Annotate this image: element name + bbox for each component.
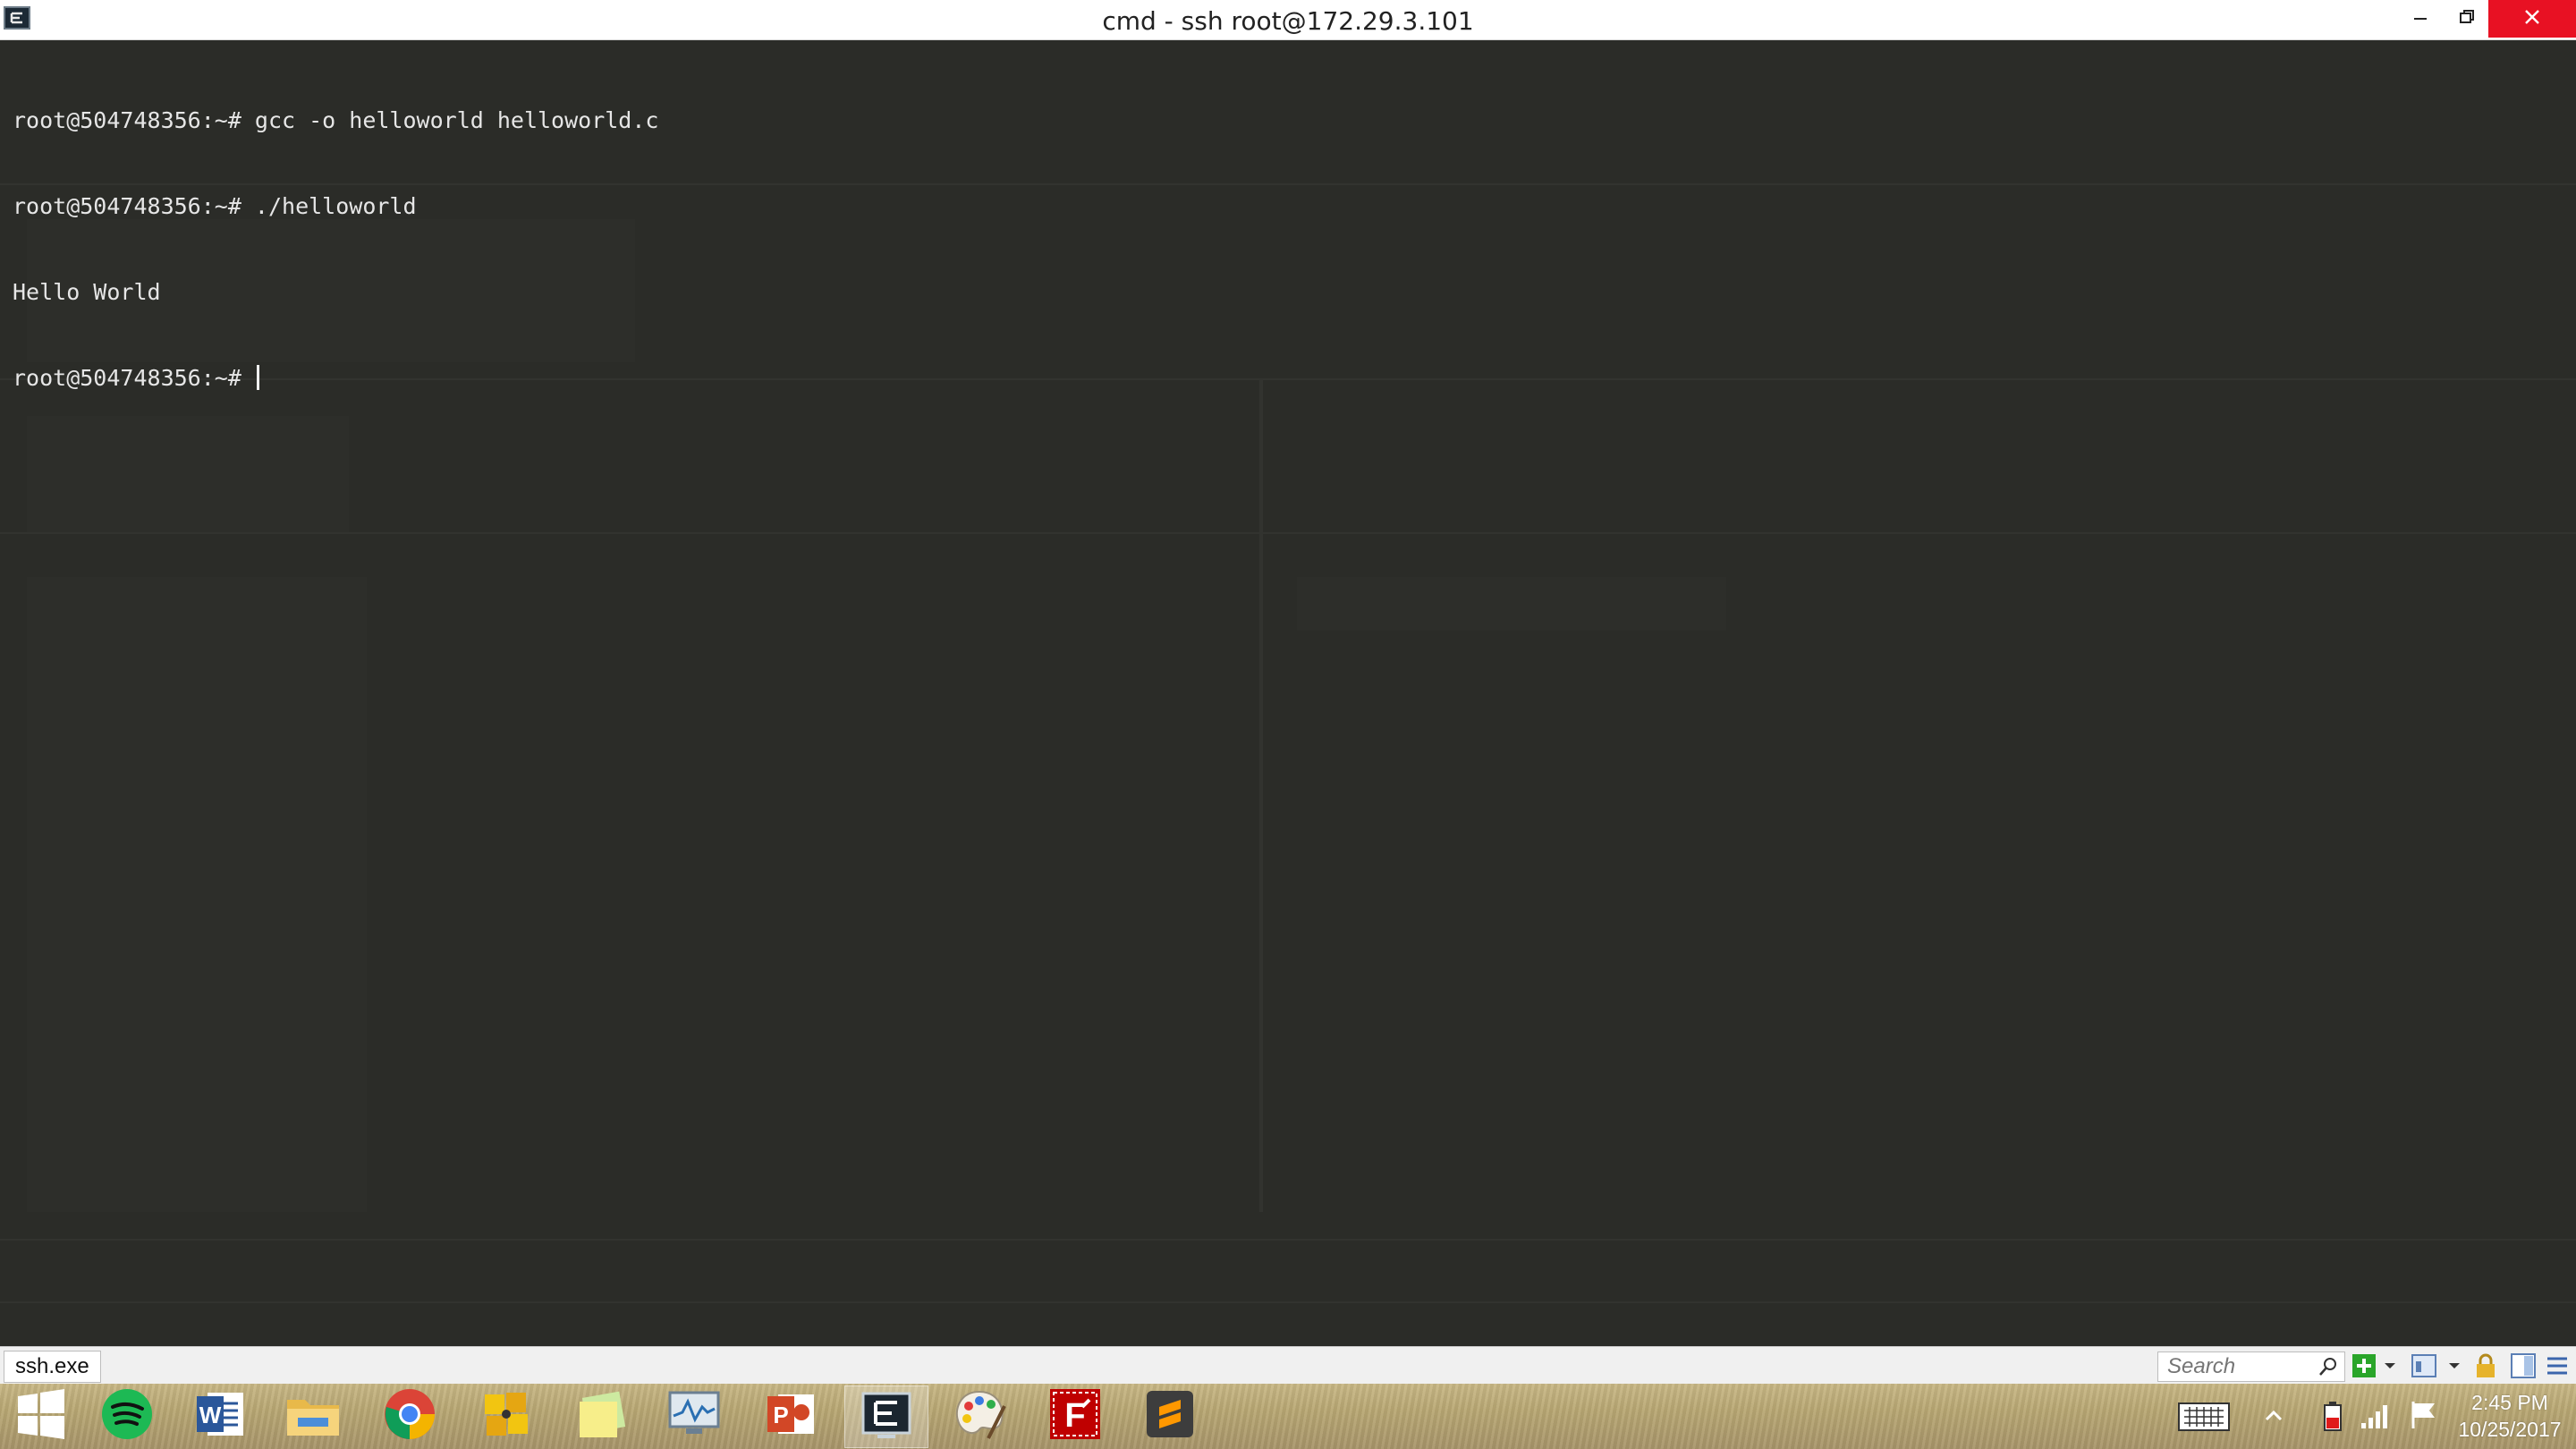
ghost-divider: [0, 1239, 2576, 1241]
keyboard-icon[interactable]: [2177, 1402, 2231, 1432]
spotify-icon: [100, 1387, 154, 1445]
taskbar-item-spotify[interactable]: [86, 1385, 168, 1446]
title-bar[interactable]: cmd - ssh root@172.29.3.101: [0, 0, 2576, 40]
palette-icon: [953, 1388, 1008, 1445]
console-status-bar: ssh.exe: [0, 1346, 2576, 1385]
signal-icon[interactable]: [2360, 1402, 2390, 1430]
taskbar-item-word[interactable]: W: [179, 1385, 261, 1446]
ghost-panel: [27, 577, 367, 1212]
svg-text:P: P: [773, 1402, 788, 1428]
puzzle-icon: [479, 1387, 533, 1445]
word-icon: W: [193, 1387, 247, 1445]
taskbar-item-file-explorer[interactable]: [272, 1385, 354, 1446]
taskbar-item-chrome[interactable]: [369, 1385, 451, 1446]
add-icon[interactable]: [2351, 1352, 2377, 1379]
taskbar-item-resource-monitor[interactable]: [653, 1385, 735, 1446]
ghost-panel: [1297, 577, 1726, 631]
sublime-icon: [1143, 1387, 1197, 1445]
text-cursor: [256, 365, 259, 390]
clock-date: 10/25/2017: [2458, 1418, 2562, 1441]
restore-icon: [2458, 8, 2476, 30]
windows-taskbar: W P F 2:45 PM 10/25/2017: [0, 1384, 2576, 1449]
svg-text:W: W: [199, 1402, 222, 1428]
taskbar-item-sublime-text[interactable]: [1129, 1385, 1211, 1446]
terminal-prompt-line[interactable]: root@504748356:~#: [13, 364, 658, 393]
view-icon[interactable]: [2410, 1352, 2438, 1379]
dropdown-icon[interactable]: [2381, 1352, 2399, 1379]
chevron-up-icon[interactable]: [2265, 1409, 2283, 1421]
flag-icon[interactable]: [2408, 1400, 2438, 1430]
terminal-line: Hello World: [13, 279, 161, 305]
svg-text:F: F: [1064, 1397, 1085, 1435]
lock-icon[interactable]: [2472, 1352, 2499, 1379]
powerpoint-icon: P: [764, 1387, 818, 1445]
terminal-pane[interactable]: root@504748356:~# gcc -o helloworld hell…: [0, 40, 2576, 1346]
taskbar-item-powerpoint[interactable]: P: [750, 1385, 832, 1446]
terminal-output: root@504748356:~# gcc -o helloworld hell…: [13, 49, 658, 450]
terminal-prompt: root@504748356:~#: [13, 365, 255, 391]
clock-time: 2:45 PM: [2471, 1391, 2548, 1414]
taskbar-item-filezilla[interactable]: F: [1034, 1385, 1116, 1446]
terminal-line: root@504748356:~# gcc -o helloworld hell…: [13, 107, 659, 133]
menu-icon[interactable]: [2544, 1352, 2571, 1379]
taskbar-item-puzzle-app[interactable]: [465, 1385, 547, 1446]
sticky-notes-icon: [574, 1387, 628, 1445]
window-title: cmd - ssh root@172.29.3.101: [1102, 6, 1474, 36]
battery-icon[interactable]: [2322, 1402, 2343, 1432]
close-button[interactable]: [2488, 0, 2576, 38]
monitor-icon: [666, 1389, 722, 1444]
layout-icon[interactable]: [2510, 1352, 2537, 1379]
ghost-divider: [1259, 380, 1263, 1212]
chrome-icon: [383, 1387, 436, 1445]
search-box[interactable]: [2157, 1352, 2345, 1382]
taskbar-item-paint[interactable]: [939, 1385, 1021, 1446]
terminal-line: root@504748356:~# ./helloworld: [13, 193, 417, 219]
ghost-divider: [0, 532, 2576, 534]
taskbar-item-sticky-notes[interactable]: [560, 1385, 642, 1446]
start-button[interactable]: [0, 1385, 82, 1446]
dropdown-icon[interactable]: [2445, 1352, 2463, 1379]
ghost-divider: [0, 1301, 2576, 1303]
filezilla-icon: F: [1048, 1387, 1102, 1445]
minimize-icon: [2411, 8, 2429, 30]
close-icon: [2522, 7, 2542, 31]
tab-ssh-exe[interactable]: ssh.exe: [4, 1351, 101, 1383]
folder-icon: [285, 1389, 341, 1444]
windows-icon: [16, 1388, 66, 1444]
taskbar-item-console[interactable]: [844, 1385, 928, 1448]
taskbar-clock[interactable]: 2:45 PM 10/25/2017: [2447, 1389, 2572, 1443]
console-icon: [860, 1388, 913, 1446]
search-input[interactable]: [2165, 1354, 2312, 1379]
search-icon[interactable]: [2318, 1356, 2339, 1377]
